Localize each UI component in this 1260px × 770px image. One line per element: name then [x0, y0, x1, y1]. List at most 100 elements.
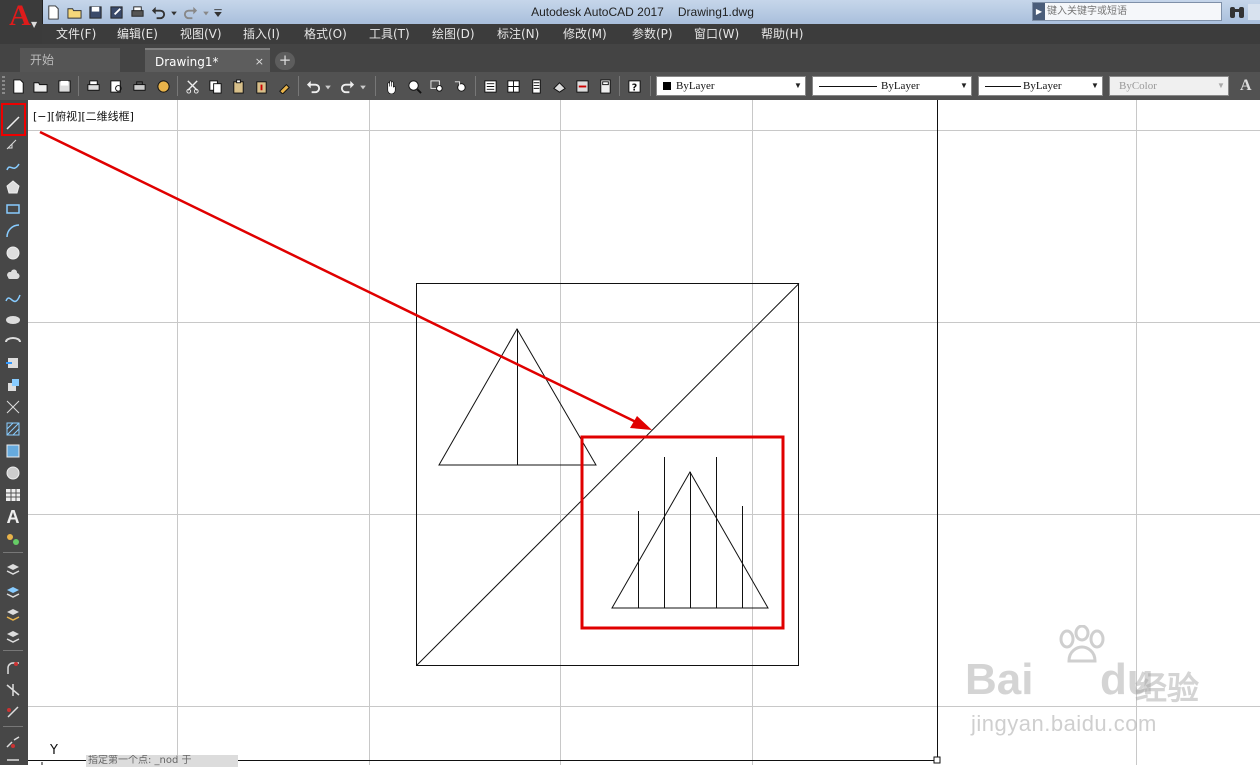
markup-set-icon[interactable] — [573, 77, 591, 95]
zoom-realtime-icon[interactable] — [405, 77, 423, 95]
plot-preview-icon[interactable] — [107, 77, 125, 95]
viewport-controls-label[interactable]: [−][俯视][二维线框] — [33, 108, 134, 124]
layer-properties-icon[interactable] — [3, 560, 23, 580]
layer-states-icon[interactable] — [3, 582, 23, 602]
plotstyle-control-dropdown[interactable]: ByColor ▼ — [1109, 76, 1229, 96]
redo-icon[interactable] — [338, 77, 356, 95]
arc-icon[interactable] — [3, 221, 23, 241]
zoom-previous-icon[interactable] — [451, 77, 469, 95]
toolbar-separator — [177, 76, 178, 96]
3d-print-icon[interactable] — [154, 77, 172, 95]
point-icon[interactable] — [3, 397, 23, 417]
undo-icon[interactable] — [149, 3, 167, 21]
search-expand-icon[interactable]: ▶ — [1033, 3, 1045, 20]
ellipse-arc-icon[interactable] — [3, 331, 23, 351]
polyline-icon[interactable] — [3, 156, 23, 176]
open-file-icon[interactable] — [65, 3, 83, 21]
binoculars-icon[interactable] — [1228, 3, 1246, 21]
customize-qat-icon[interactable] — [213, 3, 223, 21]
toolbar-separator — [375, 76, 376, 96]
menu-window[interactable]: 窗口(W) — [694, 24, 739, 44]
save-icon[interactable] — [55, 77, 73, 95]
gradient-icon[interactable] — [3, 441, 23, 461]
menu-file[interactable]: 文件(F) — [56, 24, 96, 44]
undo-icon[interactable] — [304, 77, 322, 95]
redo-icon[interactable] — [181, 3, 199, 21]
join-icon[interactable] — [3, 750, 23, 770]
plot-icon[interactable] — [84, 77, 102, 95]
cut-icon[interactable] — [183, 77, 201, 95]
menu-insert[interactable]: 插入(I) — [243, 24, 280, 44]
circle-icon[interactable] — [3, 243, 23, 263]
redo-dropdown-icon[interactable] — [202, 3, 210, 21]
menu-parametric[interactable]: 参数(P) — [632, 24, 673, 44]
close-icon[interactable]: × — [255, 50, 264, 74]
layer-previous-icon[interactable] — [3, 604, 23, 624]
new-file-icon[interactable] — [44, 3, 62, 21]
tab-start[interactable]: 开始 — [20, 48, 120, 72]
multiline-text-icon[interactable]: A — [3, 507, 23, 527]
revision-cloud-icon[interactable] — [3, 265, 23, 285]
region-icon[interactable] — [3, 463, 23, 483]
design-center-icon[interactable] — [504, 77, 522, 95]
application-menu-button[interactable]: A ▼ — [0, 0, 43, 44]
linetype-sample — [819, 86, 877, 87]
construction-line-icon[interactable] — [3, 135, 23, 155]
menu-edit[interactable]: 编辑(E) — [117, 24, 158, 44]
save-icon[interactable] — [86, 3, 104, 21]
paste-special-icon[interactable] — [252, 77, 270, 95]
menu-format[interactable]: 格式(O) — [304, 24, 347, 44]
zoom-window-icon[interactable] — [428, 77, 446, 95]
table-icon[interactable] — [3, 485, 23, 505]
publish-icon[interactable] — [130, 77, 148, 95]
calculator-icon[interactable] — [596, 77, 614, 95]
match-properties-icon[interactable] — [275, 77, 293, 95]
color-control-dropdown[interactable]: ByLayer ▼ — [656, 76, 806, 96]
menu-view[interactable]: 视图(V) — [180, 24, 222, 44]
spline-icon[interactable] — [3, 287, 23, 307]
insert-block-icon[interactable] — [3, 353, 23, 373]
toolbar-separator — [619, 76, 620, 96]
menu-help[interactable]: 帮助(H) — [761, 24, 803, 44]
print-icon[interactable] — [128, 3, 146, 21]
help-icon[interactable]: ? — [625, 77, 643, 95]
trim-icon[interactable] — [3, 680, 23, 700]
undo-dropdown-icon[interactable] — [323, 77, 333, 95]
sheet-set-icon[interactable] — [550, 77, 568, 95]
polygon-icon[interactable] — [3, 177, 23, 197]
save-as-icon[interactable] — [107, 3, 125, 21]
hatch-icon[interactable] — [3, 419, 23, 439]
lineweight-value: ByLayer — [1023, 80, 1062, 92]
properties-icon[interactable] — [481, 77, 499, 95]
ellipse-icon[interactable] — [3, 309, 23, 329]
text-style-icon[interactable]: A — [1240, 77, 1252, 95]
lineweight-control-dropdown[interactable]: ByLayer ▼ — [978, 76, 1103, 96]
linetype-control-dropdown[interactable]: ByLayer ▼ — [812, 76, 972, 96]
open-icon[interactable] — [31, 77, 49, 95]
copy-icon[interactable] — [206, 77, 224, 95]
new-icon[interactable] — [9, 77, 27, 95]
menu-tools[interactable]: 工具(T) — [369, 24, 410, 44]
redo-dropdown-icon[interactable] — [358, 77, 368, 95]
toolbar-grip[interactable] — [2, 76, 5, 96]
paste-icon[interactable] — [229, 77, 247, 95]
make-block-icon[interactable] — [3, 375, 23, 395]
rectangle-icon[interactable] — [3, 199, 23, 219]
svg-text:?: ? — [631, 82, 636, 93]
add-selected-icon[interactable] — [3, 529, 23, 549]
search-input[interactable] — [1047, 3, 1219, 20]
tool-palettes-icon[interactable] — [527, 77, 545, 95]
undo-dropdown-icon[interactable] — [170, 3, 178, 21]
pan-icon[interactable] — [382, 77, 400, 95]
layer-isolate-icon[interactable] — [3, 626, 23, 646]
command-line-prompt[interactable]: 指定第一个点: _nod 于 — [86, 755, 238, 767]
menu-dimension[interactable]: 标注(N) — [497, 24, 539, 44]
menu-draw[interactable]: 绘图(D) — [432, 24, 475, 44]
extend-icon[interactable] — [3, 702, 23, 722]
window-title: Autodesk AutoCAD 2017 Drawing1.dwg — [255, 0, 1030, 24]
new-tab-button[interactable]: + — [275, 52, 295, 70]
tab-drawing1[interactable]: Drawing1* × — [145, 48, 270, 72]
fillet-icon[interactable] — [3, 658, 23, 678]
plotstyle-value: ByColor — [1119, 80, 1157, 92]
menu-modify[interactable]: 修改(M) — [563, 24, 607, 44]
